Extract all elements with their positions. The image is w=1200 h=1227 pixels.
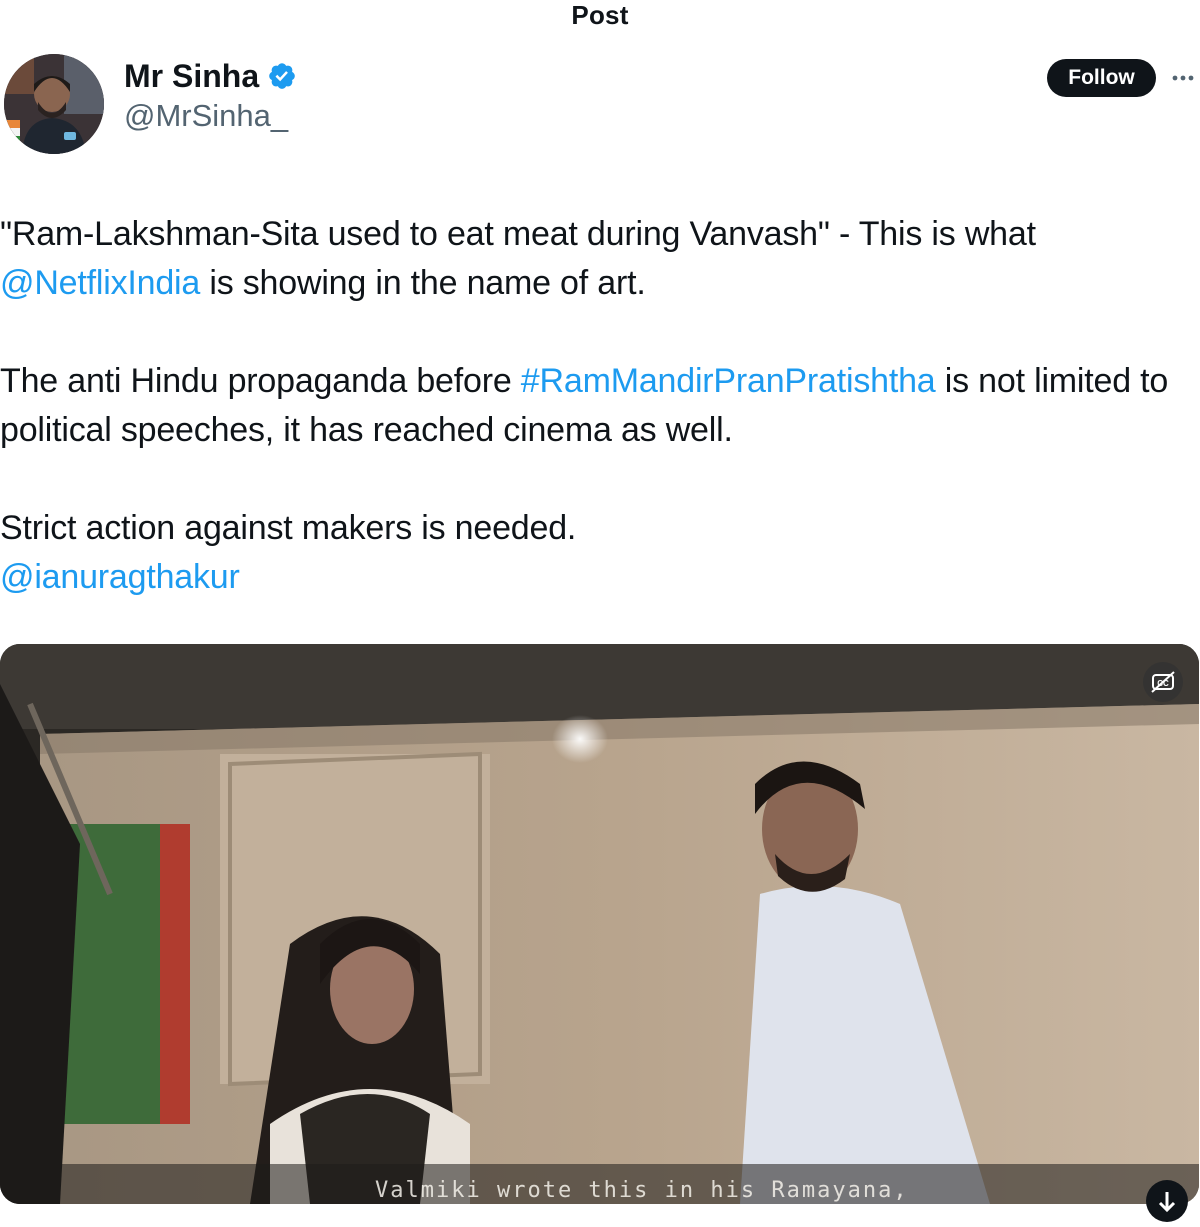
tweet-paragraph: @ianuragthakur bbox=[0, 553, 1195, 602]
page-title: Post bbox=[571, 0, 629, 30]
captions-button[interactable]: CC bbox=[1143, 662, 1183, 702]
captions-off-icon: CC bbox=[1151, 671, 1175, 693]
video-media[interactable] bbox=[0, 644, 1199, 1204]
avatar[interactable] bbox=[4, 54, 104, 154]
mention-ianuragthakur[interactable]: @ianuragthakur bbox=[0, 558, 240, 596]
tweet-text-segment: is showing in the name of art. bbox=[200, 264, 646, 302]
video-subtitle: Valmiki wrote this in his Ramayana, bbox=[375, 1178, 909, 1203]
follow-button[interactable]: Follow bbox=[1047, 59, 1156, 97]
mention-netflixindia[interactable]: @NetflixIndia bbox=[0, 264, 200, 302]
author-display-name[interactable]: Mr Sinha bbox=[124, 56, 259, 96]
tweet-text-segment: The anti Hindu propaganda before bbox=[0, 362, 521, 400]
top-bar: Post bbox=[0, 0, 1200, 34]
tweet-paragraph: Strict action against makers is needed. bbox=[0, 504, 1195, 553]
author-name-row[interactable]: Mr Sinha bbox=[124, 56, 297, 96]
more-options-icon[interactable] bbox=[1168, 63, 1198, 93]
tweet-text-segment: Strict action against makers is needed. bbox=[0, 509, 577, 547]
arrow-down-icon bbox=[1158, 1192, 1176, 1213]
tweet-text-segment: "Ram-Lakshman-Sita used to eat meat duri… bbox=[0, 215, 1036, 253]
tweet-text: "Ram-Lakshman-Sita used to eat meat duri… bbox=[0, 210, 1195, 602]
hashtag-link[interactable]: #RamMandirPranPratishtha bbox=[521, 362, 936, 400]
verified-badge-icon bbox=[269, 63, 295, 89]
scroll-down-button[interactable] bbox=[1146, 1180, 1188, 1222]
tweet-paragraph: The anti Hindu propaganda before #RamMan… bbox=[0, 357, 1195, 455]
tweet-paragraph: "Ram-Lakshman-Sita used to eat meat duri… bbox=[0, 210, 1195, 308]
author-handle[interactable]: @MrSinha_ bbox=[124, 96, 297, 136]
author-info: Mr Sinha @MrSinha_ bbox=[124, 56, 297, 136]
